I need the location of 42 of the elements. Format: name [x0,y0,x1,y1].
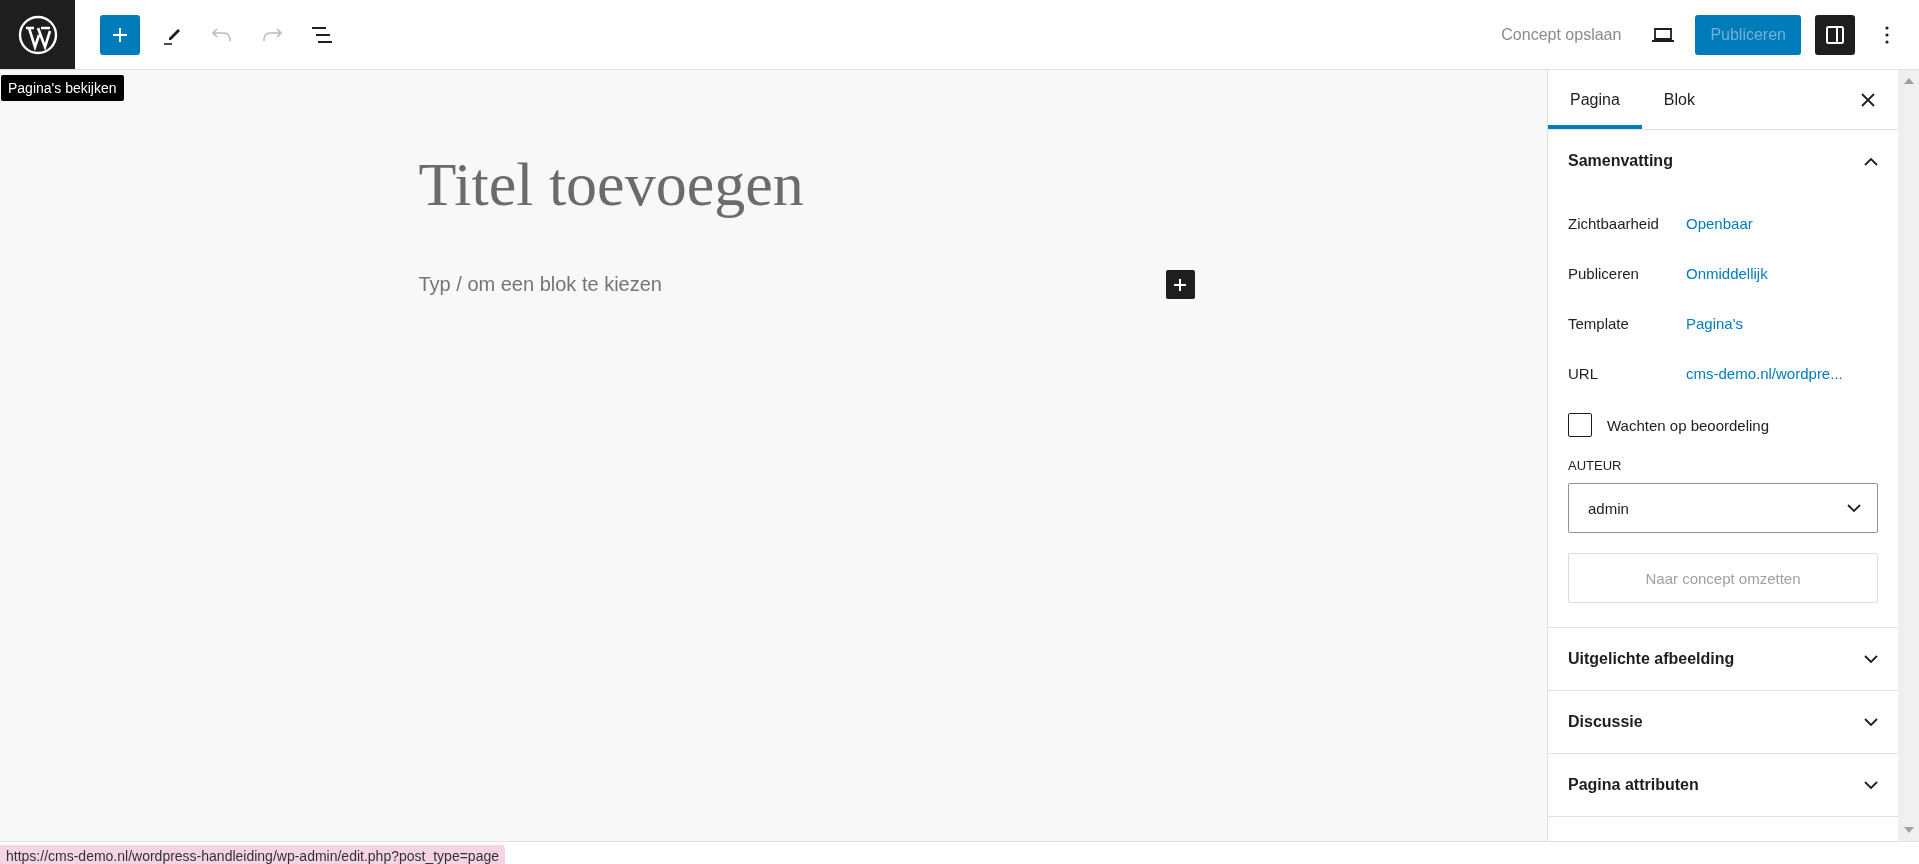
field-label: Zichtbaarheid [1568,214,1660,232]
status-url: https://cms-demo.nl/wordpress-handleiding/wp-admin/edit.php?post_type=page [0,845,505,864]
field-value-link[interactable]: Onmiddellijk [1686,264,1768,282]
field-value-link[interactable]: cms-demo.nl/wordpre... [1686,364,1843,382]
panel-toggle[interactable]: Samenvatting [1548,130,1898,192]
chevron-down-icon [1847,503,1861,513]
panel-toggle[interactable]: Uitgelichte afbeelding [1548,628,1898,690]
chevron-down-icon [1864,717,1878,727]
tooltip: Pagina's bekijken [1,75,124,101]
redo-icon [262,27,282,42]
plus-icon [1173,277,1187,292]
chevron-down-icon [1864,780,1878,790]
list-view-icon [311,25,333,44]
field-label: URL [1568,364,1599,382]
wordpress-logo[interactable] [0,0,75,69]
title-field[interactable]: Titel toevoegen [418,150,1199,219]
field-value-link[interactable]: Pagina's [1686,314,1744,332]
wordpress-icon [17,14,58,55]
laptop-icon [1651,26,1676,43]
more-vertical-icon [1885,25,1889,44]
close-icon [1861,92,1875,107]
settings-toggle-button[interactable] [1815,14,1855,55]
field-label: Template [1568,314,1630,332]
sidebar-icon [1825,24,1845,45]
chevron-up-icon [1864,156,1878,166]
inserter-button[interactable] [100,14,140,55]
checkbox[interactable] [1568,413,1592,437]
panel-toggle[interactable]: Pagina attributen [1548,754,1898,816]
author-select[interactable]: admin [1568,483,1878,533]
panel-toggle[interactable]: Discussie [1548,691,1898,753]
chevron-down-icon [1864,654,1878,664]
save-draft-button[interactable]: Concept opslaan [1491,14,1632,55]
add-block-button[interactable] [1165,270,1195,300]
field-value-link[interactable]: Openbaar [1686,214,1753,232]
sidebar-tab[interactable]: Blok [1641,70,1717,129]
field-label: Publiceren [1568,264,1640,282]
block-placeholder[interactable]: Typ / om een blok te kiezen [418,273,662,297]
checkbox-label: Wachten op beoordeling [1607,416,1770,434]
plus-icon [112,26,128,43]
undo-icon [212,27,232,42]
author-label: AUTEUR [1568,458,1623,473]
sidebar-tab[interactable]: Pagina [1548,70,1642,129]
